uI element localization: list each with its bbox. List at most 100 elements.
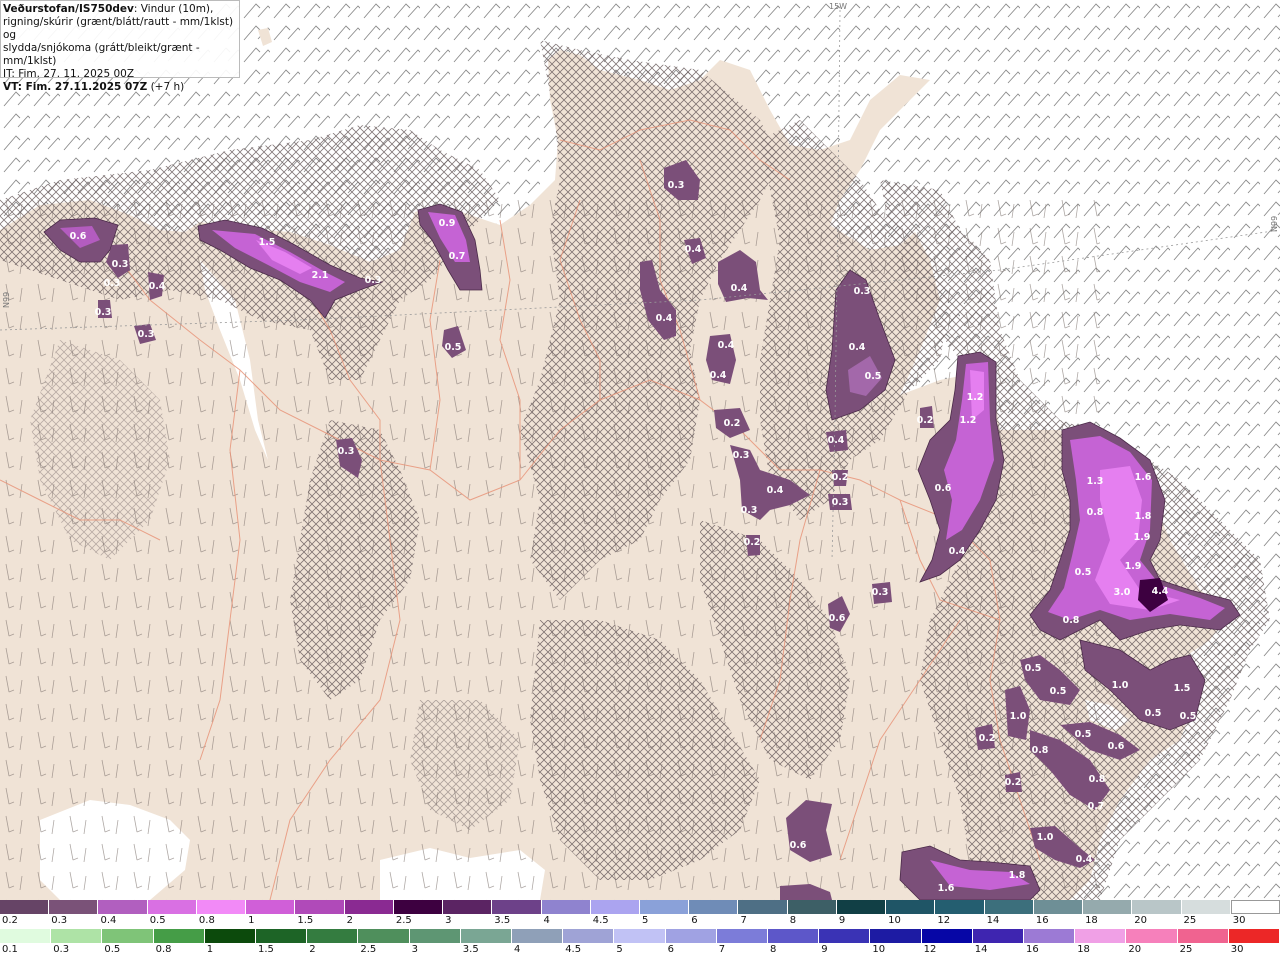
precip-value-label: 0.9 <box>439 218 456 229</box>
weather-map[interactable]: 0.6 0.3 0.3 0.4 0.3 0.3 1.5 2.1 0.3 0.9 0.7 0.5 0.3 0… <box>0 0 1280 900</box>
legend-snow-label: 0.3 <box>51 915 68 926</box>
desc-line-1: : Vindur (10m), <box>133 3 214 15</box>
precip-value-label: 0.4 <box>731 283 748 294</box>
precip-value-label: 0.2 <box>979 733 996 744</box>
model-title: Veðurstofan/IS750dev <box>3 3 134 15</box>
legend-snow-swatch <box>541 900 591 914</box>
legend-rain-swatch <box>153 929 205 943</box>
precip-value-label: 0.3 <box>733 450 750 461</box>
precip-value-label: 0.5 <box>1075 729 1092 740</box>
legend-rain-swatch <box>0 929 52 943</box>
precip-value-label: 0.2 <box>917 415 934 426</box>
legend-snow-swatch <box>1033 900 1084 914</box>
legend-rain-swatch <box>51 929 103 943</box>
precip-value-label: 0.8 <box>1087 507 1104 518</box>
precip-value-label: 0.4 <box>767 485 784 496</box>
desc-line-2: rigning/skúrir (grænt/blátt/rautt - mm/1… <box>3 16 234 41</box>
legend-snow-label: 0.8 <box>198 915 215 926</box>
legend-rain-swatch <box>1075 929 1127 943</box>
precip-value-label: 1.8 <box>1135 511 1152 522</box>
legend-rain-swatch <box>1228 929 1280 943</box>
legend-rain-swatch <box>921 929 973 943</box>
precip-value-label: 1.2 <box>960 415 977 426</box>
precip-value-label: 1.0 <box>1037 832 1054 843</box>
legend-snow-swatch <box>886 900 936 914</box>
legend-rain-swatch <box>1177 929 1229 943</box>
precip-value-label: 0.2 <box>724 418 741 429</box>
legend-snow-swatch <box>0 900 50 914</box>
legend-snow-label: 1.5 <box>297 915 314 926</box>
legend-snow-label: 5 <box>642 915 649 926</box>
legend-snow-label: 10 <box>888 915 901 926</box>
precip-value-label: 1.8 <box>1009 870 1026 881</box>
legend-rain-swatch <box>307 929 359 943</box>
legend-rain-label: 0.8 <box>155 944 172 955</box>
precip-value-label: 0.5 <box>1075 567 1092 578</box>
legend-snow-swatch <box>393 900 444 914</box>
precip-value-label: 0.3 <box>104 278 121 289</box>
precip-value-label: 0.5 <box>1145 708 1162 719</box>
precip-value-label: 1.0 <box>1010 711 1027 722</box>
precip-value-label: 2.1 <box>312 270 329 281</box>
legend-snow-swatch <box>49 900 99 914</box>
legend-rain-swatch <box>563 929 615 943</box>
legend-snow-swatch <box>1181 900 1231 914</box>
legend-snow-swatch <box>590 900 640 914</box>
legend-rain-swatch <box>102 929 154 943</box>
legend-snow-label: 8 <box>789 915 797 926</box>
precip-value-label: 0.4 <box>828 435 845 446</box>
legend-snow-swatch <box>196 900 247 914</box>
precip-value-label: 1.5 <box>1174 683 1191 694</box>
precip-value-label: 1.9 <box>1125 561 1142 572</box>
precip-value-label: 0.7 <box>449 251 466 262</box>
precip-value-label: 1.2 <box>967 392 984 403</box>
precip-value-label: 0.8 <box>1089 774 1106 785</box>
precip-value-label: 0.6 <box>1108 741 1125 752</box>
legend-rain-label: 30 <box>1230 944 1244 955</box>
precip-value-label: 0.6 <box>70 231 87 242</box>
legend-rain-label: 1.5 <box>258 944 274 955</box>
precip-value-label: 0.3 <box>872 587 889 598</box>
legend-rain-label: 14 <box>974 944 988 955</box>
precip-value-label: 4.4 <box>1152 586 1169 597</box>
precip-value-label: 0.2 <box>744 537 761 548</box>
init-time: IT: Fim. 27. 11. 2025 00Z <box>3 68 135 80</box>
legend-snow-label: 3.5 <box>494 915 511 926</box>
precip-value-label: 1.3 <box>1087 476 1104 487</box>
legend-rain-swatch <box>409 929 461 943</box>
legend-snow-label: 16 <box>1035 915 1049 926</box>
legend-rain-swatch <box>1024 929 1076 943</box>
precip-value-label: 1.9 <box>1134 532 1151 543</box>
legend-rain-swatch <box>358 929 410 943</box>
info-box: Veðurstofan/IS750dev: Vindur (10m), rign… <box>0 0 240 93</box>
legend-rain-swatch <box>972 929 1024 943</box>
legend-rain-label: 20 <box>1128 944 1142 955</box>
legend-snow-swatch <box>836 900 887 914</box>
legend-snow-swatch <box>344 900 394 914</box>
legend-snow-label: 9 <box>838 915 846 926</box>
legend-rain-swatch <box>512 929 564 943</box>
legend-snow-label: 0.2 <box>2 915 18 926</box>
coord-66n-right: N99 <box>1270 216 1279 232</box>
legend-rain-label: 8 <box>770 944 777 955</box>
precip-value-label: 0.3 <box>338 446 355 457</box>
valid-offset: (+7 h) <box>147 81 185 93</box>
legend-rain-swatch <box>1126 929 1178 943</box>
precip-value-label: 0.2 <box>1005 777 1022 788</box>
legend-snow-label: 4 <box>543 915 550 926</box>
legend-rain-label: 3 <box>411 944 418 955</box>
precip-value-label: 0.5 <box>445 342 462 353</box>
legend-snow-label: 7 <box>740 915 747 926</box>
legend-rain-swatch <box>819 929 871 943</box>
legend-snow-label: 0.5 <box>149 915 166 926</box>
precip-value-label: 0.6 <box>829 613 846 624</box>
precip-value-label: 0.3 <box>112 259 129 270</box>
precip-value-label: 0.2 <box>832 472 849 483</box>
legend-snow-swatch <box>689 900 739 914</box>
precip-value-label: 0.4 <box>710 370 727 381</box>
legend-rain-label: 18 <box>1077 944 1090 955</box>
precip-value-label: 0.3 <box>832 497 849 508</box>
legend-snow-label: 25 <box>1183 915 1197 926</box>
precip-value-label: 0.8 <box>1032 745 1049 756</box>
legend-rain-swatch <box>870 929 922 943</box>
